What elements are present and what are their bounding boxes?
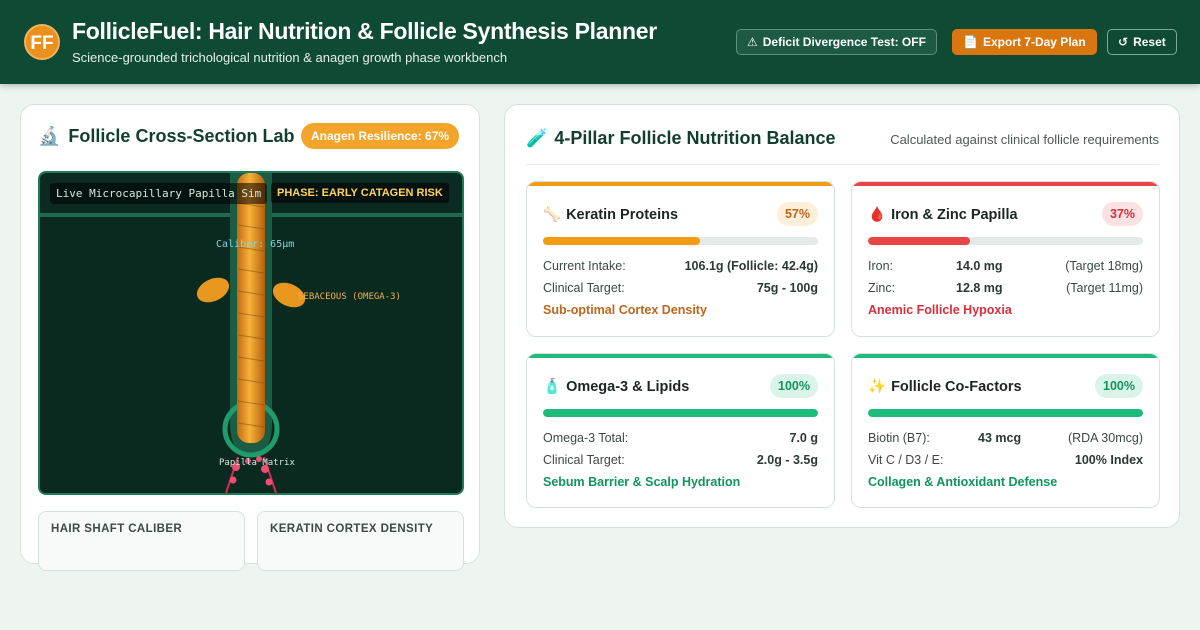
row-reference: (Target 18mg) <box>1065 259 1143 273</box>
follicle-lab-title: 🔬 Follicle Cross-Section Lab <box>38 126 294 147</box>
row-label: Biotin (B7): <box>868 431 930 445</box>
pillar-progress-track <box>543 409 818 417</box>
row-label: Iron: <box>868 259 894 273</box>
row-value: 2.0g - 3.5g <box>756 453 818 467</box>
export-plan-button[interactable]: 📄 Export 7-Day Plan <box>952 29 1097 55</box>
reset-button[interactable]: ↺ Reset <box>1107 29 1177 55</box>
pillar-progress-track <box>543 237 818 245</box>
sparkles-icon: ✨ <box>868 379 887 395</box>
pillar-percent-badge: 100% <box>770 374 818 398</box>
row-value: 12.8 mg <box>956 281 1003 295</box>
keratin-cortex-density-card: KERATIN CORTEX DENSITY <box>257 511 464 571</box>
pillar-status: Anemic Follicle Hypoxia <box>868 303 1012 317</box>
row-reference: (Target 11mg) <box>1066 281 1143 295</box>
reset-icon: ↺ <box>1118 35 1129 49</box>
pillar-accent-bar <box>852 354 1159 358</box>
app-header: FF FollicleFuel: Hair Nutrition & Follic… <box>0 0 1200 84</box>
pillar-percent-badge: 57% <box>776 202 818 226</box>
pillar-progress-track <box>868 409 1143 417</box>
nutrition-balance-title-text: 4-Pillar Follicle Nutrition Balance <box>554 128 836 148</box>
papilla-matrix-label: Papilla Matrix <box>219 458 295 468</box>
calculation-note: Calculated against clinical follicle req… <box>890 132 1159 147</box>
row-label: Vit C / D3 / E: <box>868 453 944 467</box>
app-title: FollicleFuel: Hair Nutrition & Follicle … <box>72 18 657 44</box>
pillar-progress-fill <box>868 237 970 245</box>
row-value: 106.1g (Follicle: 42.4g) <box>684 259 818 273</box>
document-icon: 📄 <box>963 35 978 49</box>
follicle-lab-panel: 🔬 Follicle Cross-Section Lab Anagen Resil… <box>20 104 480 571</box>
row-value: 14.0 mg <box>956 259 1003 273</box>
anagen-resilience-badge: Anagen Resilience: 67% <box>301 123 460 149</box>
pillar-name: 🦴 Keratin Proteins <box>543 206 678 223</box>
follicle-diagram: Caliber: 65μm SEBACEOUS (OMEGA-3) Papill… <box>40 173 462 493</box>
pillar-progress-fill <box>543 237 700 245</box>
pillar-card-keratin[interactable]: 🦴 Keratin Proteins 57% Current Intake: 106… <box>526 181 835 337</box>
pillar-progress-fill <box>543 409 818 417</box>
follicle-simulation[interactable]: Caliber: 65μm SEBACEOUS (OMEGA-3) Papill… <box>38 171 464 495</box>
deficit-divergence-label: Deficit Divergence Test: OFF <box>762 35 926 49</box>
simulation-mode-label: Live Microcapillary Papilla Sim <box>50 183 268 204</box>
test-tube-icon: 🧪 <box>526 128 549 148</box>
row-value: 75g - 100g <box>756 281 818 295</box>
keratin-cortex-density-label: KERATIN CORTEX DENSITY <box>270 523 434 535</box>
follicle-lab-title-text: Follicle Cross-Section Lab <box>68 126 295 146</box>
pillar-accent-bar <box>527 182 834 186</box>
pillar-name-text: Keratin Proteins <box>566 207 679 223</box>
row-value: 43 mcg <box>978 431 1022 445</box>
row-label: Clinical Target: <box>543 281 625 295</box>
pillar-percent-badge: 100% <box>1095 374 1143 398</box>
caliber-label: Caliber: 65μm <box>216 239 294 250</box>
pillar-progress-track <box>868 237 1143 245</box>
reset-label: Reset <box>1133 35 1166 49</box>
pillar-card-cofactors[interactable]: ✨ Follicle Co-Factors 100% Biotin (B7): 43… <box>851 353 1160 508</box>
blood-drop-icon: 🩸 <box>868 207 887 223</box>
warning-icon: ⚠ <box>747 35 758 49</box>
panel-divider <box>526 164 1159 165</box>
export-plan-label: Export 7-Day Plan <box>982 35 1086 49</box>
pillar-name: 🧴 Omega-3 & Lipids <box>543 378 689 395</box>
pillar-progress-fill <box>868 409 1143 417</box>
pillar-card-iron-zinc[interactable]: 🩸 Iron & Zinc Papilla 37% Iron: 14.0 mg (Ta… <box>851 181 1160 337</box>
microscope-icon: 🔬 <box>38 126 61 146</box>
phase-status-label: PHASE: EARLY CATAGEN RISK <box>271 183 449 203</box>
nutrition-balance-panel: 🧪 4-Pillar Follicle Nutrition Balance Cal… <box>504 104 1180 528</box>
row-reference: (RDA 30mcg) <box>1067 431 1143 445</box>
pillar-status: Collagen & Antioxidant Defense <box>868 475 1058 489</box>
pillar-name-text: Follicle Co-Factors <box>891 379 1022 395</box>
row-label: Omega-3 Total: <box>543 431 629 445</box>
pillar-name-text: Iron & Zinc Papilla <box>891 207 1018 223</box>
hair-shaft-caliber-label: HAIR SHAFT CALIBER <box>51 523 183 535</box>
pillar-name: ✨ Follicle Co-Factors <box>868 378 1022 395</box>
row-label: Current Intake: <box>543 259 626 273</box>
row-value: 100% Index <box>1074 453 1143 467</box>
pillar-percent-badge: 37% <box>1101 202 1143 226</box>
app-subtitle: Science-grounded trichological nutrition… <box>72 50 508 65</box>
hair-shaft-caliber-card: HAIR SHAFT CALIBER <box>38 511 245 571</box>
row-value: 7.0 g <box>789 431 819 445</box>
sebaceous-label: SEBACEOUS (OMEGA-3) <box>298 292 401 302</box>
pillar-name-text: Omega-3 & Lipids <box>566 379 690 395</box>
pillar-card-omega3[interactable]: 🧴 Omega-3 & Lipids 100% Omega-3 Total: 7.0… <box>526 353 835 508</box>
row-label: Clinical Target: <box>543 453 625 467</box>
lotion-bottle-icon: 🧴 <box>543 379 562 395</box>
bone-icon: 🦴 <box>543 207 562 223</box>
pillar-status: Sub-optimal Cortex Density <box>543 303 707 317</box>
pillar-accent-bar <box>527 354 834 358</box>
deficit-divergence-toggle[interactable]: ⚠ Deficit Divergence Test: OFF <box>736 29 937 55</box>
pillar-accent-bar <box>852 182 1159 186</box>
app-logo: FF <box>24 24 60 60</box>
row-label: Zinc: <box>868 281 896 295</box>
pillar-status: Sebum Barrier & Scalp Hydration <box>543 475 741 489</box>
pillar-name: 🩸 Iron & Zinc Papilla <box>868 206 1018 223</box>
nutrition-balance-title: 🧪 4-Pillar Follicle Nutrition Balance <box>526 128 836 149</box>
